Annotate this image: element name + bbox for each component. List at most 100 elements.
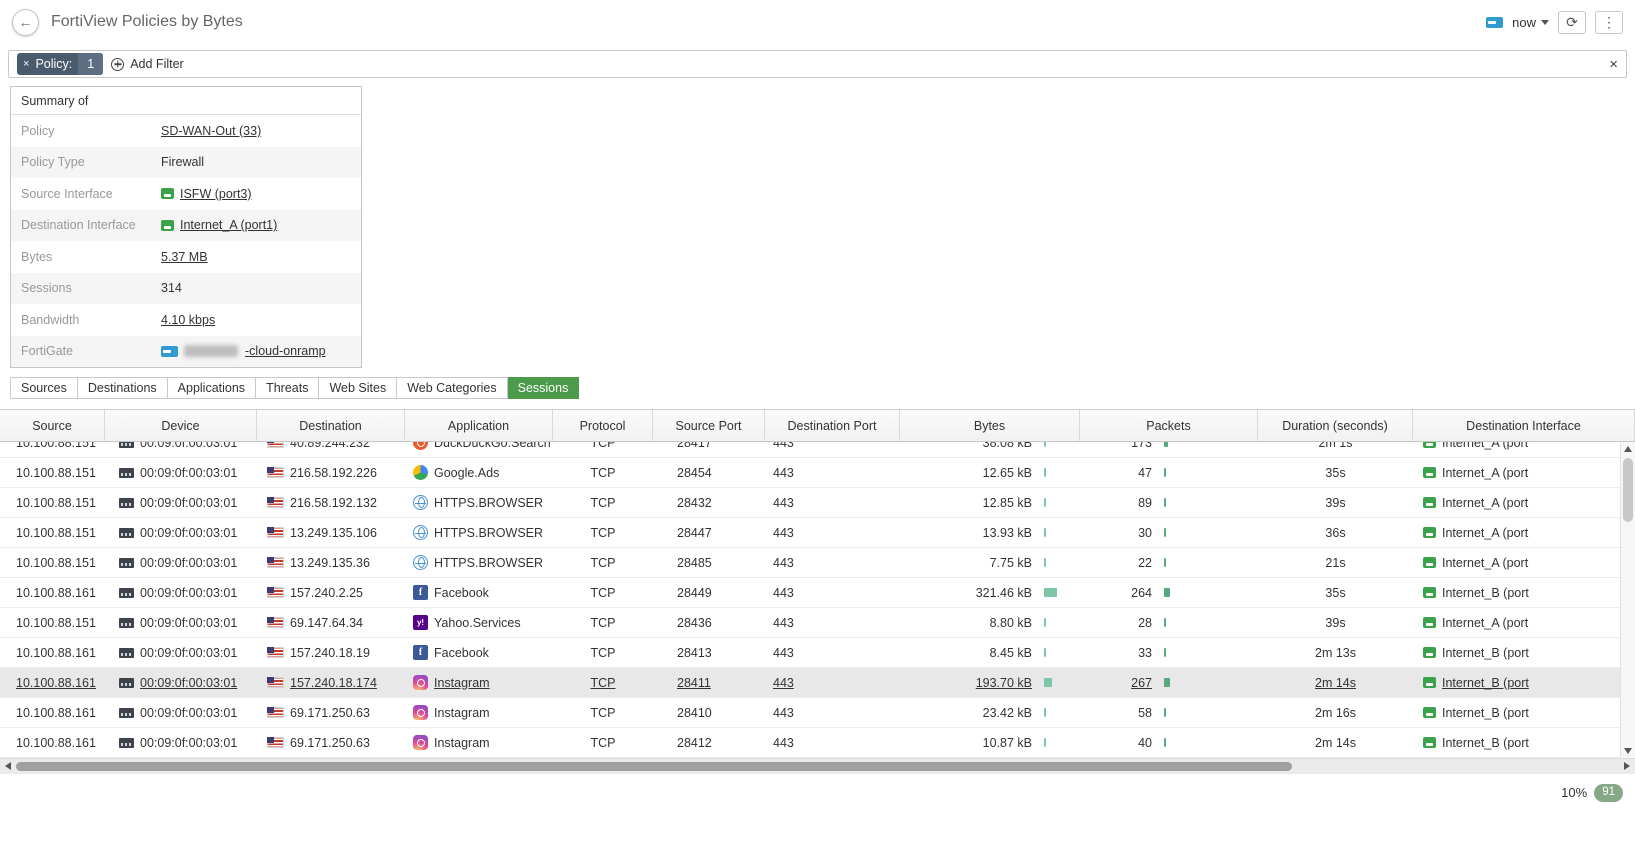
column-header-device[interactable]: Device xyxy=(105,410,257,441)
cell-text: 13.249.135.36 xyxy=(290,555,370,570)
vertical-scroll-thumb[interactable] xyxy=(1623,458,1633,522)
tab-sources[interactable]: Sources xyxy=(10,377,78,399)
session-row[interactable]: 10.100.88.151 00:09:0f:00:03:01 13.249.135… xyxy=(0,518,1620,548)
column-header-duration-seconds-[interactable]: Duration (seconds) xyxy=(1258,410,1413,441)
summary-value[interactable]: ISFW (port3) xyxy=(161,187,252,201)
vertical-scrollbar[interactable] xyxy=(1620,442,1635,758)
remove-filter-icon[interactable]: × xyxy=(17,53,35,75)
scroll-right-icon[interactable] xyxy=(1624,762,1630,770)
cell-text: HTTPS.BROWSER xyxy=(434,555,544,570)
packets-bar xyxy=(1164,648,1166,657)
session-row[interactable]: 10.100.88.151 00:09:0f:00:03:01 216.58.192… xyxy=(0,488,1620,518)
packets-bar-zone xyxy=(1158,528,1258,537)
device-icon xyxy=(119,557,134,568)
column-header-source-port[interactable]: Source Port xyxy=(653,410,765,441)
tab-web-categories[interactable]: Web Categories xyxy=(397,377,508,399)
tab-threats[interactable]: Threats xyxy=(256,377,320,399)
cell-text: 10.100.88.161 xyxy=(16,705,96,720)
packets-bar xyxy=(1164,498,1166,507)
summary-value[interactable]: -cloud-onramp xyxy=(161,344,326,358)
session-row[interactable]: 10.100.88.161 00:09:0f:00:03:01 157.240.2.… xyxy=(0,578,1620,608)
column-header-bytes[interactable]: Bytes xyxy=(900,410,1080,441)
more-menu-button[interactable]: ⋮ xyxy=(1595,10,1623,34)
session-row[interactable]: 10.100.88.151 00:09:0f:00:03:01 216.58.192… xyxy=(0,458,1620,488)
tab-destinations[interactable]: Destinations xyxy=(77,377,168,399)
cell-text: 157.240.18.19 xyxy=(290,645,370,660)
clear-filters-icon[interactable]: × xyxy=(1609,57,1618,72)
device-icon xyxy=(119,647,134,658)
summary-value[interactable]: 4.10 kbps xyxy=(161,313,215,327)
source-port-cell: 28449 xyxy=(653,578,765,607)
session-row[interactable]: 10.100.88.151 00:09:0f:00:03:01 69.147.64.… xyxy=(0,608,1620,638)
add-filter-button[interactable]: Add Filter xyxy=(111,57,184,71)
bytes-bar xyxy=(1044,678,1052,687)
column-header-application[interactable]: Application xyxy=(405,410,553,441)
bytes-cell: 8.80 kB xyxy=(900,608,1080,637)
cell-text: 23.42 kB xyxy=(982,705,1032,720)
back-button[interactable]: ← xyxy=(12,8,39,36)
cell-text: 28412 xyxy=(677,735,712,750)
duration-cell: 35s xyxy=(1258,578,1413,607)
session-row[interactable]: 10.100.88.161 00:09:0f:00:03:01 157.240.18… xyxy=(0,668,1620,698)
summary-value[interactable]: Internet_A (port1) xyxy=(161,218,277,232)
destination-cell: 13.249.135.36 xyxy=(257,548,405,577)
interface-icon xyxy=(1423,707,1436,718)
tab-web-sites[interactable]: Web Sites xyxy=(319,377,398,399)
cell-text: Internet_A (port1) xyxy=(180,218,278,233)
packets-bar xyxy=(1164,738,1166,747)
protocol-cell: TCP xyxy=(553,668,653,697)
device-cell: 00:09:0f:00:03:01 xyxy=(105,668,257,697)
destination-cell: 157.240.2.25 xyxy=(257,578,405,607)
us-flag-icon xyxy=(267,677,284,688)
cell-text: 00:09:0f:00:03:01 xyxy=(140,675,238,690)
source-cell: 10.100.88.151 xyxy=(0,518,105,547)
packets-bar xyxy=(1164,678,1170,687)
scroll-up-icon[interactable] xyxy=(1624,446,1632,452)
application-cell: Instagram xyxy=(405,728,553,757)
scroll-down-icon[interactable] xyxy=(1624,748,1632,754)
horizontal-scrollbar[interactable] xyxy=(0,758,1635,774)
source-port-cell: 28413 xyxy=(653,638,765,667)
cell-text: 00:09:0f:00:03:01 xyxy=(140,495,238,510)
bytes-bar-zone xyxy=(1038,468,1080,477)
device-cell: 00:09:0f:00:03:01 xyxy=(105,698,257,727)
packets-cell: 28 xyxy=(1080,608,1258,637)
source-port-cell: 28412 xyxy=(653,728,765,757)
summary-value[interactable]: SD-WAN-Out (33) xyxy=(161,124,261,138)
session-row[interactable]: 10.100.88.161 00:09:0f:00:03:01 69.171.250… xyxy=(0,698,1620,728)
destination-port-cell: 443 xyxy=(765,578,900,607)
duration-cell: 35s xyxy=(1258,458,1413,487)
us-flag-icon xyxy=(267,617,284,628)
column-header-packets[interactable]: Packets xyxy=(1080,410,1258,441)
time-range-label: now xyxy=(1512,14,1536,30)
us-flag-icon xyxy=(267,647,284,658)
column-header-source[interactable]: Source xyxy=(0,410,105,441)
session-row[interactable]: 10.100.88.161 00:09:0f:00:03:01 69.171.250… xyxy=(0,728,1620,758)
policy-filter-chip[interactable]: × Policy: 1 xyxy=(17,53,104,75)
tab-applications[interactable]: Applications xyxy=(167,377,257,399)
time-range-dropdown[interactable]: now xyxy=(1512,15,1549,30)
cell-text: 314 xyxy=(161,281,182,296)
source-port-cell: 28436 xyxy=(653,608,765,637)
bytes-bar xyxy=(1044,648,1046,657)
column-header-destination-port[interactable]: Destination Port xyxy=(765,410,900,441)
tab-sessions[interactable]: Sessions xyxy=(507,377,580,399)
session-row[interactable]: 10.100.88.151 00:09:0f:00:03:01 40.89.244.… xyxy=(0,442,1620,458)
cell-text: 264 xyxy=(1131,585,1152,600)
cell-text: 28485 xyxy=(677,555,712,570)
column-header-protocol[interactable]: Protocol xyxy=(553,410,653,441)
application-cell: DuckDuckGo.Search xyxy=(405,442,553,457)
refresh-button[interactable]: ⟳ xyxy=(1558,10,1586,34)
cell-text: 10.100.88.161 xyxy=(16,675,96,690)
session-row[interactable]: 10.100.88.161 00:09:0f:00:03:01 157.240.18… xyxy=(0,638,1620,668)
cell-text: 216.58.192.226 xyxy=(290,465,377,480)
scroll-left-icon[interactable] xyxy=(5,762,11,770)
column-header-destination[interactable]: Destination xyxy=(257,410,405,441)
source-cell: 10.100.88.151 xyxy=(0,442,105,457)
session-row[interactable]: 10.100.88.151 00:09:0f:00:03:01 13.249.135… xyxy=(0,548,1620,578)
destination-cell: 69.171.250.63 xyxy=(257,698,405,727)
interface-icon xyxy=(161,219,174,231)
summary-value[interactable]: 5.37 MB xyxy=(161,250,208,264)
horizontal-scroll-thumb[interactable] xyxy=(16,762,1292,771)
column-header-destination-interface[interactable]: Destination Interface xyxy=(1413,410,1635,441)
